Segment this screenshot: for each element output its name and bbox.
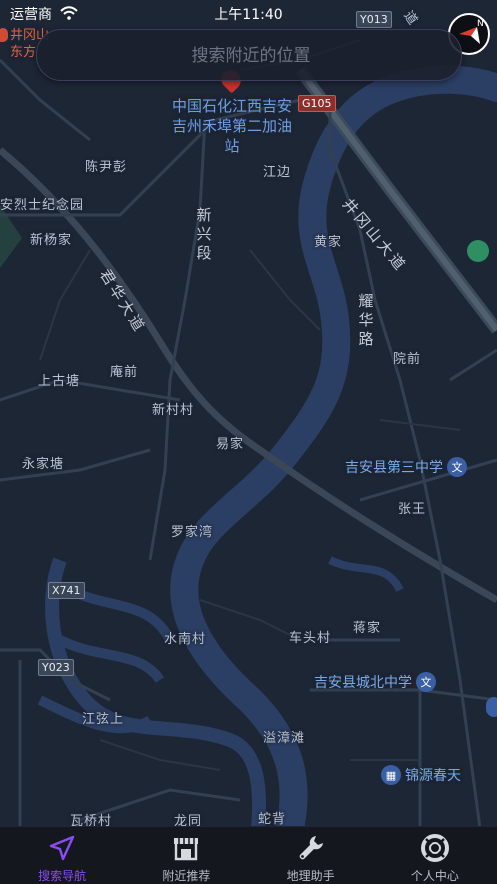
- place-label: 易家: [216, 437, 245, 452]
- lifebuoy-icon: [420, 833, 450, 863]
- poi-jinyuan[interactable]: ▦ 锦源春天: [381, 765, 461, 785]
- tab-label: 个人中心: [410, 869, 459, 883]
- place-label: 蒋家: [353, 621, 382, 636]
- school-icon[interactable]: [486, 697, 497, 717]
- road-yaohua: 耀华路: [358, 292, 374, 348]
- chengbei-school-name: 吉安县城北中学: [314, 675, 412, 691]
- tab-bar: 搜索导航 附近推荐 地理助手 个人中心: [0, 826, 497, 884]
- tab-nearby-recommend[interactable]: 附近推荐: [124, 827, 248, 884]
- place-label: 永家塘: [22, 457, 65, 472]
- poi-school-3[interactable]: 吉安县第三中学 文: [345, 457, 467, 477]
- tab-personal-center[interactable]: 个人中心: [373, 827, 497, 884]
- tab-label: 地理助手: [286, 869, 335, 883]
- tab-label: 搜索导航: [38, 869, 87, 883]
- place-label: 黄家: [314, 235, 343, 250]
- shop-icon: [171, 833, 201, 863]
- poi-pin-icon: [0, 28, 8, 42]
- tab-geo-assistant[interactable]: 地理助手: [249, 827, 373, 884]
- place-label: 水南村: [164, 632, 207, 647]
- place-label: 安烈士纪念园: [0, 198, 85, 213]
- park-icon[interactable]: [467, 240, 489, 262]
- place-label: 新村村: [152, 403, 195, 418]
- place-label: 新杨家: [30, 233, 73, 248]
- place-label: 车头村: [289, 631, 332, 646]
- svg-text:N: N: [477, 19, 484, 29]
- place-label: 罗家湾: [171, 525, 214, 540]
- place-label: 江弦上: [82, 712, 125, 727]
- place-label: 庵前: [110, 365, 139, 380]
- jinyuan-name: 锦源春天: [405, 768, 461, 784]
- road-xinxing: 新兴段: [196, 206, 212, 262]
- gas-station-name: 中国石化江西吉安吉州禾埠第二加油站: [172, 97, 293, 155]
- route-shield-g105: G105: [298, 95, 336, 112]
- building-icon: ▦: [381, 765, 401, 785]
- place-label: 张王: [398, 502, 427, 517]
- school-3-name: 吉安县第三中学: [345, 460, 443, 476]
- school-icon: 文: [447, 457, 467, 477]
- school-icon: 文: [416, 672, 436, 692]
- place-label: 蛇背: [258, 812, 287, 827]
- place-label: 溢漳滩: [263, 731, 306, 746]
- search-input[interactable]: [37, 30, 465, 82]
- place-label: 陈尹彭: [85, 160, 128, 175]
- route-shield-x741: X741: [48, 582, 85, 599]
- navigation-arrow-icon: [47, 833, 77, 863]
- place-label: 江边: [263, 165, 292, 180]
- tab-search-navigation[interactable]: 搜索导航: [0, 827, 124, 884]
- place-label: 上古塘: [38, 374, 81, 389]
- route-shield-y023: Y023: [38, 659, 74, 676]
- status-time: 上午11:40: [214, 7, 283, 23]
- status-bar: 运营商 上午11:40: [0, 0, 497, 26]
- search-bar[interactable]: [36, 29, 465, 82]
- place-label: 院前: [393, 352, 422, 367]
- wrench-icon: [296, 833, 326, 863]
- tab-label: 附近推荐: [162, 869, 211, 883]
- poi-chengbei-school[interactable]: 吉安县城北中学 文: [314, 672, 436, 692]
- poi-top-left-line2: 东方: [10, 45, 37, 60]
